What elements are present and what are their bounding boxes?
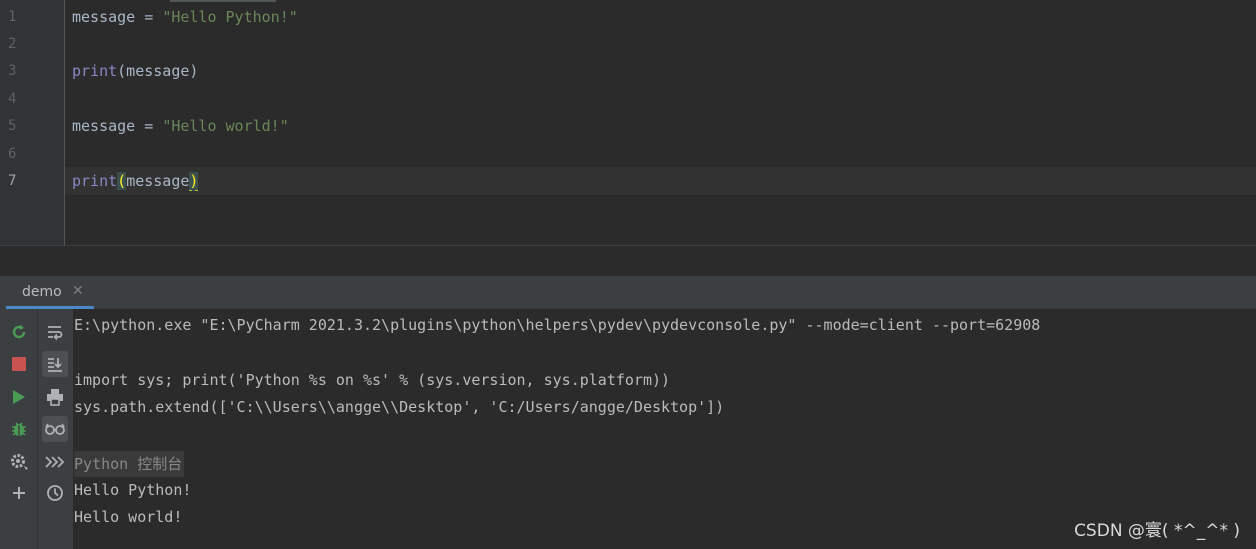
stop-icon[interactable] xyxy=(6,351,32,377)
console-path-line: sys.path.extend(['C:\\Users\\angge\\Desk… xyxy=(74,398,725,416)
line-number: 3 xyxy=(8,63,17,79)
line-number: 6 xyxy=(8,146,17,162)
print-icon[interactable] xyxy=(42,384,68,410)
args-token: (message) xyxy=(117,62,199,80)
close-icon[interactable]: ✕ xyxy=(72,283,84,299)
tab-demo[interactable]: demo ✕ xyxy=(6,276,94,309)
line-number: 1 xyxy=(8,9,17,25)
variable-token: message xyxy=(72,8,136,26)
editor-panel-splitter[interactable] xyxy=(0,245,1256,277)
string-token: "Hello Python!" xyxy=(162,8,298,26)
scroll-to-end-icon[interactable] xyxy=(42,351,68,377)
code-line-3[interactable]: print(message) xyxy=(72,61,198,81)
settings-icon[interactable] xyxy=(6,449,32,475)
console-toolbar-right xyxy=(38,309,73,549)
matched-bracket: ) xyxy=(189,172,199,191)
console-import-line: import sys; print('Python %s on %s' % (s… xyxy=(74,371,671,389)
line-number-current: 7 xyxy=(8,173,17,189)
code-line-5[interactable]: message = "Hello world!" xyxy=(72,116,289,136)
matched-bracket: ( xyxy=(117,172,127,190)
soft-wrap-icon[interactable] xyxy=(42,319,68,345)
line-number-gutter: 1 2 3 4 5 6 7 xyxy=(0,0,65,245)
variable-token: message xyxy=(72,117,136,135)
panel-tab-bar: demo ✕ xyxy=(0,276,1256,309)
add-icon[interactable] xyxy=(6,480,32,506)
show-variables-icon[interactable] xyxy=(42,416,68,442)
line-number: 2 xyxy=(8,36,17,52)
console-toolbar-left xyxy=(0,309,38,549)
current-line-highlight xyxy=(65,167,1256,195)
operator-token: = xyxy=(135,117,163,135)
history-icon[interactable] xyxy=(42,480,68,506)
operator-token: = xyxy=(135,8,163,26)
console-prompt-label: Python 控制台 xyxy=(74,451,185,477)
line-number: 5 xyxy=(8,118,17,134)
debug-icon[interactable] xyxy=(6,416,32,442)
execute-icon[interactable] xyxy=(42,449,68,475)
variable-token: message xyxy=(126,172,190,190)
console-output-line: Hello world! xyxy=(74,508,183,526)
console-output[interactable]: E:\python.exe "E:\PyCharm 2021.3.2\plugi… xyxy=(74,309,1256,549)
console-output-line: Hello Python! xyxy=(74,481,192,499)
editor-scroll-indicator xyxy=(170,0,276,2)
string-token: "Hello world!" xyxy=(162,117,289,135)
code-line-7[interactable]: print(message) xyxy=(72,171,199,191)
code-editor[interactable]: 1 2 3 4 5 6 7 message = "Hello Python!" … xyxy=(0,0,1256,245)
console-command-line: E:\python.exe "E:\PyCharm 2021.3.2\plugi… xyxy=(74,316,1041,334)
builtin-token: print xyxy=(72,62,118,80)
tab-label: demo xyxy=(22,284,62,300)
code-line-1[interactable]: message = "Hello Python!" xyxy=(72,7,298,27)
rerun-icon[interactable] xyxy=(6,319,32,345)
watermark: CSDN @寰( *^_^* ) xyxy=(1074,521,1240,541)
run-icon[interactable] xyxy=(6,384,32,410)
python-console-panel: demo ✕ E:\python.exe "E:\PyCharm 2021.3.… xyxy=(0,276,1256,549)
line-number: 4 xyxy=(8,91,17,107)
builtin-token: print xyxy=(72,172,118,190)
